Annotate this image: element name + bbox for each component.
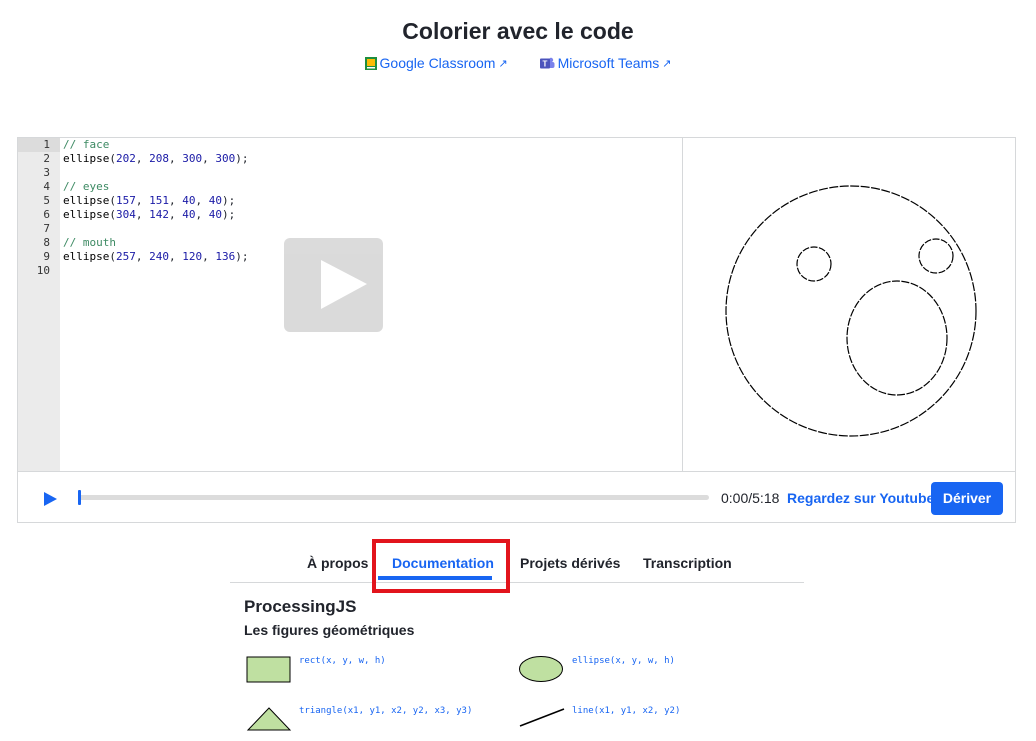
line-shape-icon [519, 708, 565, 727]
microsoft-teams-icon: T [539, 57, 555, 68]
code-number: 208 [149, 152, 169, 165]
tab-derived-projects[interactable]: Projets dérivés [520, 555, 620, 571]
line-number: 5 [43, 194, 50, 207]
code-number: 257 [115, 250, 136, 263]
code-function: ellipse [63, 194, 110, 207]
external-link-icon: ↗ [498, 57, 508, 70]
line-number: 6 [43, 208, 50, 221]
ellipse-doc-link[interactable]: ellipse(x, y, w, h) [572, 656, 675, 666]
code-line: // face [63, 138, 248, 152]
fork-button[interactable]: Dériver [931, 482, 1003, 515]
code-function: ellipse [63, 208, 110, 221]
docs-subheading: Les figures géométriques [244, 622, 415, 638]
tab-transcript[interactable]: Transcription [643, 555, 732, 571]
code-number: 300 [182, 152, 203, 165]
code-number: 240 [149, 250, 169, 263]
code-number: 151 [149, 194, 169, 207]
progress-bar[interactable] [78, 490, 709, 505]
youtube-link[interactable]: Regardez sur Youtube [787, 490, 934, 506]
line-number: 7 [43, 222, 50, 235]
microsoft-teams-link[interactable]: T Microsoft Teams ↗ [539, 55, 672, 71]
line-number: 3 [43, 166, 50, 179]
external-link-icon: ↗ [662, 57, 672, 70]
video-player: 1 2 3 4 5 6 7 8 9 10 // face ellipse(202, 208, 300… [17, 137, 1016, 523]
line-doc-link[interactable]: line(x1, y1, x2, y2) [572, 706, 680, 716]
code-number: 136 [215, 250, 236, 263]
time-display: 0:00/5:18 [721, 490, 780, 506]
tab-bar: À propos Documentation Projets dérivés T… [230, 540, 804, 583]
ellipse-shape-icon [519, 656, 563, 682]
code-line: // mouth [63, 236, 248, 250]
code-line: ellipse(202, 208, 300, 300); [63, 152, 249, 165]
tab-about[interactable]: À propos [307, 555, 368, 571]
code-function: ellipse [63, 152, 110, 165]
player-controls: 0:00/5:18 Regardez sur Youtube Dériver [18, 471, 1015, 523]
code-number: 304 [115, 208, 136, 221]
right-eye-ellipse [918, 238, 954, 274]
google-classroom-link[interactable]: Google Classroom ↗ [364, 55, 508, 71]
code-number: 40 [208, 194, 222, 207]
line-number: 2 [43, 152, 50, 165]
line-number: 4 [43, 180, 50, 193]
triangle-shape-icon [246, 707, 292, 731]
triangle-doc-link[interactable]: triangle(x1, y1, x2, y2, x3, y3) [299, 706, 472, 716]
code-number: 157 [115, 194, 136, 207]
code-comment: // face [63, 138, 110, 151]
mouth-ellipse [846, 280, 948, 396]
code-number: 142 [149, 208, 169, 221]
highlight-box [372, 539, 510, 593]
code-comment: // mouth [63, 236, 116, 249]
line-number: 9 [43, 250, 50, 263]
line-number: 1 [18, 138, 60, 152]
svg-text:T: T [542, 59, 547, 68]
code-line: ellipse(257, 240, 120, 136); [63, 250, 249, 263]
play-icon [44, 492, 57, 506]
code-line: // eyes [63, 180, 248, 194]
page-title: Colorier avec le code [402, 18, 634, 44]
code-function: ellipse [63, 250, 110, 263]
play-icon [321, 260, 367, 309]
share-links: Google Classroom ↗ T Microsoft Teams ↗ [0, 55, 1036, 73]
left-eye-ellipse [796, 246, 832, 282]
code-number: 300 [215, 152, 236, 165]
code-number: 40 [182, 208, 196, 221]
rect-shape-icon [246, 656, 291, 683]
big-play-button[interactable] [284, 238, 383, 332]
rect-doc-link[interactable]: rect(x, y, w, h) [299, 656, 386, 666]
code-number: 202 [115, 152, 136, 165]
play-button[interactable] [42, 491, 58, 512]
microsoft-teams-label: Microsoft Teams [557, 55, 660, 71]
code-number: 40 [208, 208, 222, 221]
code-comment: // eyes [63, 180, 110, 193]
code-number: 40 [182, 194, 196, 207]
line-number-gutter: 1 2 3 4 5 6 7 8 9 10 [18, 138, 60, 471]
output-canvas [682, 138, 1016, 471]
code-editor[interactable]: // face ellipse(202, 208, 300, 300); // ey… [63, 138, 248, 278]
progress-handle[interactable] [78, 490, 81, 505]
docs-heading: ProcessingJS [244, 597, 357, 616]
google-classroom-label: Google Classroom [379, 55, 496, 71]
code-number: 120 [182, 250, 203, 263]
line-number: 10 [36, 264, 50, 277]
code-line: ellipse(157, 151, 40, 40); [63, 194, 236, 207]
code-line: ellipse(304, 142, 40, 40); [63, 208, 236, 221]
line-number: 8 [43, 236, 50, 249]
google-classroom-icon [364, 56, 377, 70]
face-ellipse [725, 185, 977, 437]
